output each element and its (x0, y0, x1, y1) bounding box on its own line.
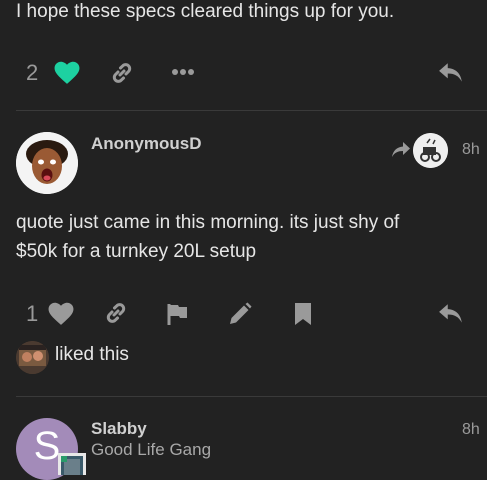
reply-icon[interactable] (438, 302, 464, 326)
username[interactable]: Slabby (91, 419, 147, 439)
liked-this-text: liked this (55, 344, 129, 365)
post-2-text-line-2: $50k for a turnkey 20L setup (16, 241, 257, 262)
post-2-text-line-1: quote just came in this morning. its jus… (16, 212, 400, 233)
user-title: Good Life Gang (91, 440, 212, 459)
like-count[interactable]: 1 (26, 301, 38, 327)
flag-icon[interactable] (166, 302, 190, 326)
post-time[interactable]: 8h (462, 421, 480, 439)
share-arrow-icon (391, 141, 411, 159)
liker-avatar[interactable] (16, 341, 49, 374)
more-options-icon[interactable] (171, 66, 195, 78)
post-time[interactable]: 8h (462, 141, 480, 159)
reply-icon[interactable] (438, 61, 464, 85)
heart-icon[interactable] (48, 302, 74, 326)
link-icon[interactable] (103, 301, 129, 325)
user-flair-icon (58, 453, 86, 475)
avatar[interactable] (16, 132, 78, 194)
link-icon[interactable] (109, 61, 135, 85)
post-divider (16, 110, 487, 111)
like-count[interactable]: 2 (26, 60, 38, 86)
bookmark-icon[interactable] (293, 302, 313, 326)
heart-icon-liked[interactable] (54, 61, 80, 85)
post-divider (16, 396, 487, 397)
reply-to-avatar[interactable] (413, 133, 448, 168)
post-1-text: I hope these specs cleared things up for… (16, 1, 395, 22)
username[interactable]: AnonymousD (91, 134, 202, 154)
pencil-edit-icon[interactable] (228, 302, 252, 326)
